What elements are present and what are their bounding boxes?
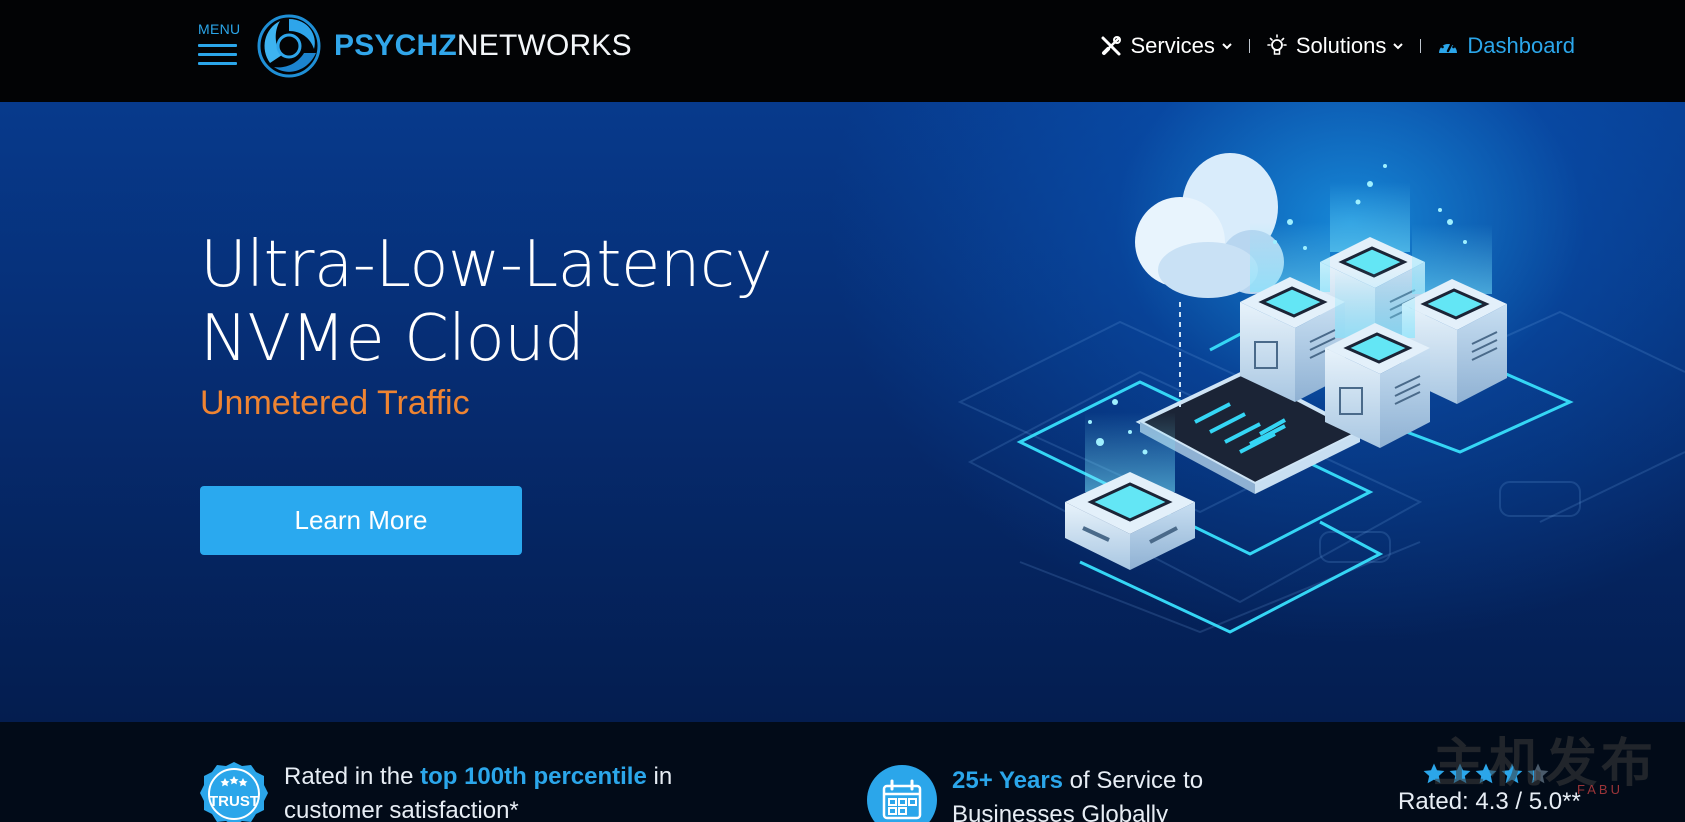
nav-solutions[interactable]: Solutions xyxy=(1266,33,1405,59)
star-icon xyxy=(1423,763,1445,784)
hamburger-icon xyxy=(198,44,242,65)
nav-services-label: Services xyxy=(1130,33,1215,58)
star-icon xyxy=(1449,763,1471,784)
trust-badge-icon: TRUST xyxy=(200,762,268,822)
logo-wordmark: PSYCHZNETWORKS xyxy=(334,29,632,62)
hero-subtitle: Unmetered Traffic xyxy=(200,384,470,422)
calendar-icon xyxy=(867,765,937,822)
trust-highlight: top 100th percentile xyxy=(420,763,647,790)
years-line2: Businesses Globally xyxy=(952,801,1169,822)
feature-trust: TRUST Rated in the top 100th percentile … xyxy=(198,760,672,822)
hero-section: Ultra-Low-Latency NVMe Cloud Unmetered T… xyxy=(0,102,1685,722)
chevron-down-icon xyxy=(1222,43,1232,50)
learn-more-button[interactable]: Learn More xyxy=(200,486,522,555)
nav-services[interactable]: Services xyxy=(1100,33,1232,59)
isometric-cloud-servers-illustration xyxy=(957,153,1685,634)
customer-rating: Rated: 4.3 / 5.0** xyxy=(1398,762,1598,816)
psychz-swirl-logo-icon xyxy=(257,14,321,78)
star-icon xyxy=(1475,763,1497,784)
dashboard-gauge-icon xyxy=(1439,41,1458,53)
main-nav: Services Solutions Dashboard xyxy=(1100,28,1575,64)
hero-title-line1: Ultra-Low-Latency xyxy=(200,228,772,302)
trust-badge-text: TRUST xyxy=(209,793,259,810)
trust-line2: customer satisfaction* xyxy=(284,797,519,822)
nav-dashboard-label: Dashboard xyxy=(1467,33,1575,58)
rating-text: Rated: 4.3 / 5.0** xyxy=(1398,788,1581,815)
site-header: MENU PSYCHZNETWORKS Services Solutions D… xyxy=(0,0,1685,102)
lightbulb-icon xyxy=(1267,34,1287,55)
trust-text: Rated in the top 100th percentile in cus… xyxy=(284,760,672,822)
trust-strip: TRUST Rated in the top 100th percentile … xyxy=(0,722,1685,822)
site-logo[interactable]: PSYCHZNETWORKS xyxy=(256,12,632,80)
feature-years: 25+ Years of Service to Businesses Globa… xyxy=(866,764,1203,822)
menu-toggle-button[interactable]: MENU xyxy=(198,22,242,72)
star-rating xyxy=(1422,762,1598,786)
nav-dashboard[interactable]: Dashboard xyxy=(1437,33,1575,59)
years-text: 25+ Years of Service to Businesses Globa… xyxy=(952,764,1203,822)
menu-label: MENU xyxy=(198,21,241,37)
nav-solutions-label: Solutions xyxy=(1295,33,1387,58)
nav-divider xyxy=(1420,39,1422,53)
nav-divider xyxy=(1248,39,1250,53)
hero-title: Ultra-Low-Latency NVMe Cloud xyxy=(200,228,772,376)
chevron-down-icon xyxy=(1393,43,1404,50)
hero-title-line2: NVMe Cloud xyxy=(200,302,585,376)
years-highlight: 25+ Years xyxy=(952,767,1064,794)
star-icon xyxy=(1501,763,1523,784)
star-icon xyxy=(1527,763,1549,784)
tools-icon xyxy=(1101,36,1122,56)
